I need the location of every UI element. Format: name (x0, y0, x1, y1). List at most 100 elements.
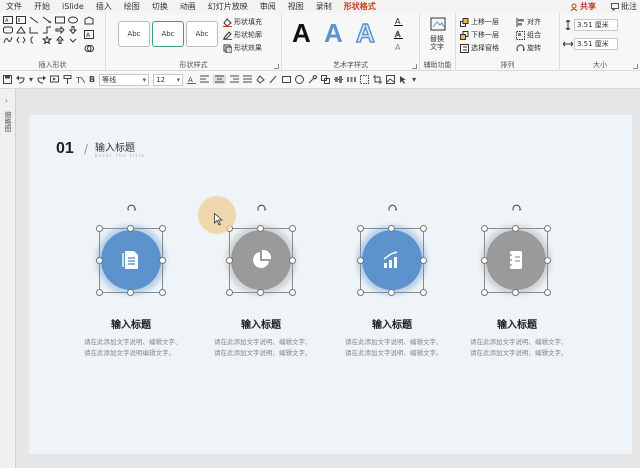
shape-outline-button[interactable]: 形状轮廓 (223, 30, 262, 40)
wordart-style-1[interactable]: A (292, 19, 311, 47)
redo-icon[interactable] (37, 75, 47, 84)
section-number[interactable]: 01 (56, 140, 74, 158)
resize-handle[interactable] (420, 257, 427, 264)
shape-fill-button[interactable]: 形状填充 (223, 17, 262, 27)
merge-shapes-button[interactable] (84, 44, 94, 53)
selection-pane-icon[interactable] (399, 75, 408, 84)
send-backward-button[interactable]: 下移一层 (460, 30, 499, 40)
resize-handle[interactable] (512, 225, 519, 232)
shape-effects-button[interactable]: 形状效果 (223, 43, 262, 53)
fill-color-icon[interactable] (256, 75, 265, 84)
size-launcher-icon[interactable] (633, 64, 638, 69)
alt-text-button[interactable] (430, 16, 446, 32)
wordart-launcher-icon[interactable] (412, 64, 417, 69)
item-3-description[interactable]: 请在此添加文字说明、编辑文字、请在此添加文字说明、编辑文字。 (345, 337, 445, 359)
resize-handle[interactable] (388, 289, 395, 296)
resize-handle[interactable] (388, 225, 395, 232)
save-icon[interactable] (3, 75, 12, 84)
rotate-button[interactable]: 旋转 (516, 43, 541, 53)
item-4-circle[interactable] (486, 230, 546, 290)
menu-animations[interactable]: 动画 (174, 0, 202, 13)
format-painter-icon[interactable] (63, 75, 72, 84)
resize-handle[interactable] (226, 289, 233, 296)
edit-shape-button[interactable] (84, 16, 94, 25)
resize-handle[interactable] (257, 289, 264, 296)
comment-button[interactable]: 批注 (611, 0, 637, 13)
menu-slideshow[interactable]: 幻灯片放映 (202, 0, 254, 13)
resize-handle[interactable] (357, 257, 364, 264)
selection-pane-button[interactable]: 选择窗格 (460, 43, 499, 53)
wordart-style-3[interactable]: A (355, 18, 375, 48)
rotate-handle-icon[interactable] (126, 203, 137, 214)
curve-shape-icon[interactable] (3, 36, 13, 44)
menu-islide[interactable]: iSlide (56, 0, 90, 13)
down-arrow-shape-icon[interactable] (68, 26, 78, 34)
shape-styles-launcher-icon[interactable] (274, 64, 279, 69)
rotate-handle-icon[interactable] (256, 203, 267, 214)
resize-handle[interactable] (289, 225, 296, 232)
resize-handle[interactable] (289, 289, 296, 296)
right-arrow-shape-icon[interactable] (55, 26, 65, 34)
menu-transitions[interactable]: 切换 (146, 0, 174, 13)
slideshow-icon[interactable] (50, 75, 60, 84)
resize-handle[interactable] (420, 225, 427, 232)
slide-subtitle[interactable]: Enter the title (95, 153, 145, 158)
picture-icon[interactable] (386, 75, 396, 84)
font-color-icon[interactable]: A (187, 75, 197, 84)
chevron-down-icon[interactable]: ▾ (29, 75, 33, 84)
align-right-icon[interactable] (230, 75, 240, 84)
menu-draw[interactable]: 绘图 (118, 0, 146, 13)
resize-handle[interactable] (481, 225, 488, 232)
menu-view[interactable]: 视图 (282, 0, 310, 13)
item-2-title[interactable]: 输入标题 (221, 316, 301, 331)
resize-handle[interactable] (127, 225, 134, 232)
eyedropper-icon[interactable] (308, 75, 318, 84)
circle-icon[interactable] (295, 75, 305, 84)
clear-format-icon[interactable]: T (76, 75, 86, 84)
brace-shape-icon[interactable] (29, 36, 39, 44)
line-color-icon[interactable] (269, 75, 278, 84)
share-button[interactable]: 共享 (570, 0, 596, 13)
crop-icon[interactable] (373, 75, 383, 84)
resize-handle[interactable] (159, 257, 166, 264)
justify-icon[interactable] (243, 75, 253, 84)
resize-handle[interactable] (357, 289, 364, 296)
resize-handle[interactable] (544, 225, 551, 232)
font-size-select[interactable]: 12 (153, 73, 184, 86)
arrange-icon[interactable] (321, 75, 331, 84)
item-4-title[interactable]: 输入标题 (477, 316, 557, 331)
item-4-description[interactable]: 请在此添加文字说明、编辑文字、请在此添加文字说明、编辑文字。 (470, 337, 570, 359)
resize-handle[interactable] (159, 289, 166, 296)
expand-pane-icon[interactable]: › (5, 97, 8, 105)
resize-handle[interactable] (481, 257, 488, 264)
shape-style-3[interactable]: Abc (186, 21, 218, 47)
triangle-shape-icon[interactable] (16, 26, 26, 34)
vertical-textbox-shape-icon[interactable] (16, 16, 26, 24)
distribute-icon[interactable] (347, 75, 357, 84)
rectangle-shape-icon[interactable] (55, 16, 65, 24)
elbow-shape-icon[interactable] (42, 26, 52, 34)
height-input[interactable]: 3.51 厘米 (574, 19, 618, 31)
menu-file[interactable]: 文件 (0, 0, 28, 13)
item-1-title[interactable]: 输入标题 (91, 316, 171, 331)
resize-handle[interactable] (544, 257, 551, 264)
item-1-description[interactable]: 请在此添加文字说明、编辑文字、请在此添加文字说明编辑文字。 (84, 337, 184, 359)
up-arrow-shape-icon[interactable] (55, 36, 65, 44)
resize-handle[interactable] (226, 257, 233, 264)
align-button[interactable]: 对齐 (516, 17, 541, 27)
bring-forward-button[interactable]: 上移一层 (460, 17, 499, 27)
bold-icon[interactable]: B (89, 75, 95, 84)
align-objects-icon[interactable] (334, 75, 344, 84)
resize-handle[interactable] (96, 257, 103, 264)
rounded-rect-shape-icon[interactable] (3, 26, 13, 34)
shape-style-1[interactable]: Abc (118, 21, 150, 47)
arrow-line-shape-icon[interactable] (42, 16, 52, 24)
group-objects-icon[interactable] (360, 75, 370, 84)
resize-handle[interactable] (159, 225, 166, 232)
align-center-icon[interactable] (213, 75, 227, 84)
menu-shape-format[interactable]: 形状格式 (337, 0, 382, 14)
rotate-handle-icon[interactable] (387, 203, 398, 214)
resize-handle[interactable] (127, 289, 134, 296)
undo-icon[interactable] (16, 75, 25, 84)
shape-style-2[interactable]: Abc (152, 21, 184, 47)
